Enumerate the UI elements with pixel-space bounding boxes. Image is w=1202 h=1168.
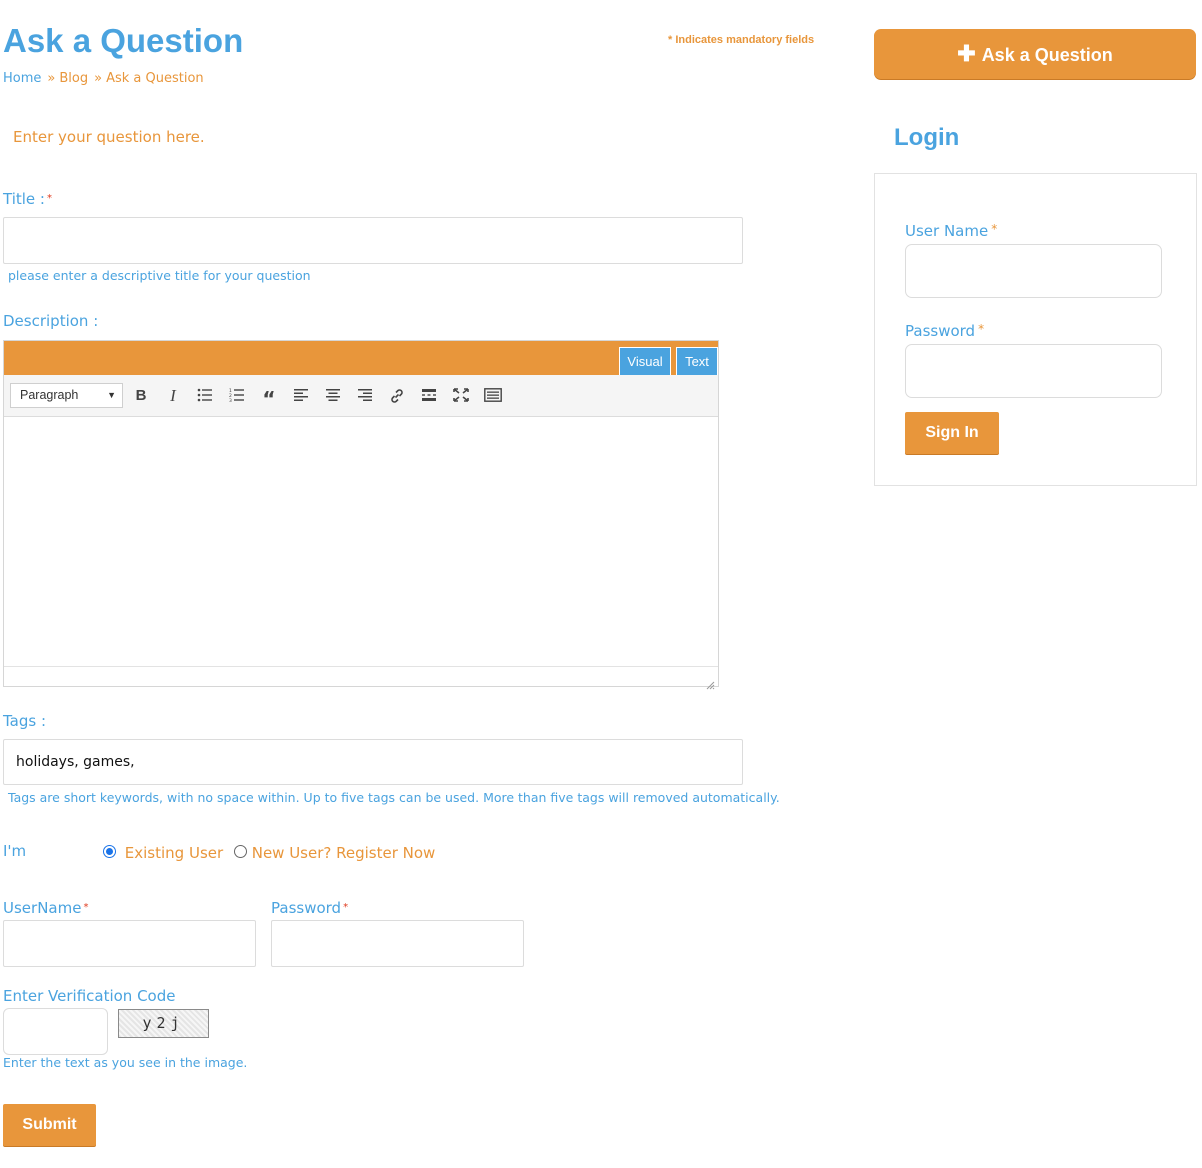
tab-text[interactable]: Text bbox=[676, 347, 718, 375]
username-input[interactable] bbox=[3, 920, 256, 967]
sidebar-username-input[interactable] bbox=[905, 244, 1162, 298]
breadcrumb-separator: » bbox=[94, 71, 103, 86]
ask-question-button[interactable]: ✚ Ask a Question bbox=[874, 29, 1196, 79]
format-select-value: Paragraph bbox=[20, 388, 79, 402]
italic-icon[interactable]: I bbox=[161, 384, 185, 408]
verification-code-input[interactable] bbox=[3, 1008, 108, 1055]
mandatory-note: * Indicates mandatory fields bbox=[668, 34, 815, 46]
title-hint: please enter a descriptive title for you… bbox=[8, 268, 311, 283]
username-label: UserName * bbox=[3, 899, 88, 917]
read-more-icon[interactable] bbox=[417, 384, 441, 408]
align-right-icon[interactable] bbox=[353, 384, 377, 408]
caret-down-icon: ▼ bbox=[107, 390, 116, 400]
sidebar-username-label: User Name * bbox=[905, 222, 997, 240]
required-mark: * bbox=[991, 222, 998, 236]
new-user-register-link[interactable]: New User? Register Now bbox=[252, 844, 436, 862]
user-type-label: I'm bbox=[3, 842, 27, 860]
tags-hint: Tags are short keywords, with no space w… bbox=[8, 790, 780, 805]
fullscreen-icon[interactable] bbox=[449, 384, 473, 408]
password-input[interactable] bbox=[271, 920, 524, 967]
format-select[interactable]: Paragraph ▼ bbox=[10, 383, 123, 408]
title-label: Title : * bbox=[3, 190, 52, 208]
verification-label: Enter Verification Code bbox=[3, 987, 176, 1005]
breadcrumb-blog-link[interactable]: Blog bbox=[59, 71, 88, 86]
captcha-image: y2j bbox=[118, 1009, 209, 1038]
resize-handle-icon[interactable] bbox=[706, 675, 715, 690]
required-mark: * bbox=[83, 902, 89, 913]
title-input[interactable] bbox=[3, 217, 743, 264]
title-label-text: Title : bbox=[3, 190, 45, 208]
toolbar-toggle-icon[interactable] bbox=[481, 384, 505, 408]
sign-in-button[interactable]: Sign In bbox=[905, 412, 999, 454]
existing-user-label[interactable]: Existing User bbox=[125, 844, 223, 862]
bold-icon[interactable]: B bbox=[129, 384, 153, 408]
editor-tab-bar: Visual Text bbox=[4, 341, 718, 375]
plus-icon: ✚ bbox=[957, 41, 976, 66]
breadcrumb-separator: » bbox=[47, 71, 56, 86]
required-mark: * bbox=[46, 193, 52, 204]
link-icon[interactable] bbox=[385, 384, 409, 408]
page-title: Ask a Question bbox=[3, 22, 244, 59]
password-label: Password * bbox=[271, 899, 348, 917]
form-intro: Enter your question here. bbox=[13, 128, 205, 146]
align-left-icon[interactable] bbox=[289, 384, 313, 408]
description-label: Description : bbox=[3, 312, 99, 330]
verification-hint: Enter the text as you see in the image. bbox=[3, 1055, 248, 1070]
login-panel: User Name * Password * Sign In bbox=[874, 173, 1197, 486]
editor-content-area[interactable] bbox=[4, 418, 718, 666]
align-center-icon[interactable] bbox=[321, 384, 345, 408]
breadcrumb-home-link[interactable]: Home bbox=[3, 71, 41, 86]
description-editor: Visual Text Paragraph ▼ B I 123 “ bbox=[3, 340, 719, 690]
required-mark: * bbox=[343, 902, 349, 913]
numbered-list-icon[interactable]: 123 bbox=[225, 384, 249, 408]
login-title: Login bbox=[894, 124, 960, 151]
sidebar-username-label-text: User Name bbox=[905, 222, 989, 240]
editor-toolbar: Paragraph ▼ B I 123 “ bbox=[4, 375, 718, 417]
sidebar-password-input[interactable] bbox=[905, 344, 1162, 398]
new-user-radio[interactable] bbox=[233, 845, 247, 858]
tags-input[interactable] bbox=[3, 739, 743, 785]
password-label-text: Password bbox=[271, 899, 342, 917]
blockquote-icon[interactable]: “ bbox=[257, 384, 281, 411]
breadcrumb-current: Ask a Question bbox=[106, 71, 204, 86]
sidebar-password-label: Password * bbox=[905, 322, 984, 340]
ask-question-button-label: Ask a Question bbox=[981, 45, 1113, 65]
submit-button[interactable]: Submit bbox=[3, 1104, 96, 1146]
tags-label: Tags : bbox=[3, 712, 47, 730]
required-mark: * bbox=[978, 322, 985, 336]
sidebar-password-label-text: Password bbox=[905, 322, 976, 340]
tab-visual[interactable]: Visual bbox=[619, 347, 671, 375]
existing-user-radio[interactable] bbox=[103, 845, 116, 858]
svg-text:3: 3 bbox=[229, 398, 232, 402]
editor-status-bar bbox=[4, 666, 718, 690]
user-type-options: Existing User New User? Register Now bbox=[103, 844, 435, 862]
breadcrumb: Home» Blog» Ask a Question bbox=[3, 71, 204, 86]
bulleted-list-icon[interactable] bbox=[193, 384, 217, 408]
username-label-text: UserName bbox=[3, 899, 82, 917]
